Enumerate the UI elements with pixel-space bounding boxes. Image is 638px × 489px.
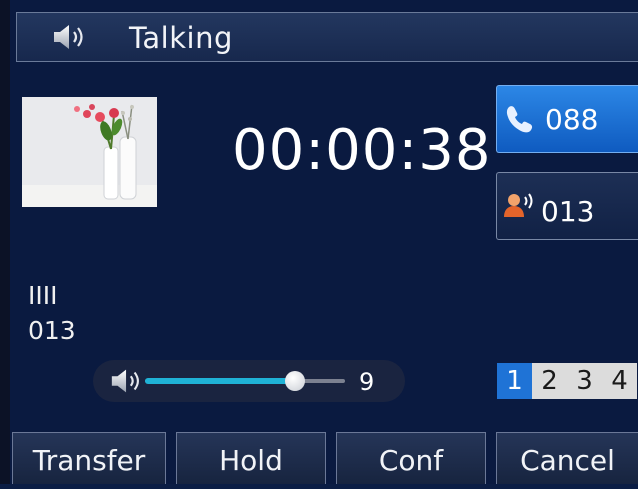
hold-button[interactable]: Hold <box>176 432 326 484</box>
account-page-3[interactable]: 3 <box>567 363 602 399</box>
account-page-2[interactable]: 2 <box>532 363 567 399</box>
volume-handle[interactable] <box>285 371 305 391</box>
line-key-label: 088 <box>545 103 599 136</box>
softkey-bar: Transfer Hold Conf Cancel <box>12 432 638 484</box>
speaker-icon <box>54 25 83 49</box>
status-bar: Talking <box>16 12 638 62</box>
handset-icon <box>506 106 533 133</box>
volume-bar: 9 <box>93 360 405 402</box>
volume-level: 9 <box>359 368 375 396</box>
account-page-4[interactable]: 4 <box>602 363 637 399</box>
line-key-label: 013 <box>541 195 595 228</box>
screen-bezel <box>0 0 10 484</box>
volume-track[interactable] <box>145 371 345 391</box>
cancel-button[interactable]: Cancel <box>496 432 638 484</box>
caller-name: IIII <box>28 281 58 310</box>
transfer-button[interactable]: Transfer <box>12 432 166 484</box>
contact-photo <box>22 97 157 207</box>
call-status-title: Talking <box>129 21 233 55</box>
call-timer: 00:00:38 <box>232 118 492 183</box>
line-key-088[interactable]: 088 <box>496 85 638 153</box>
speaker-icon <box>111 369 139 393</box>
volume-fill <box>145 378 295 384</box>
caller-number: 013 <box>28 316 76 345</box>
phone-screen <box>0 0 638 484</box>
flowers-image <box>22 97 157 207</box>
account-page-indicator: 1 2 3 4 <box>497 363 637 399</box>
line-key-013[interactable]: 013 <box>496 172 638 240</box>
conf-button[interactable]: Conf <box>336 432 486 484</box>
account-page-1[interactable]: 1 <box>497 363 532 399</box>
contact-speaking-icon <box>504 193 533 217</box>
